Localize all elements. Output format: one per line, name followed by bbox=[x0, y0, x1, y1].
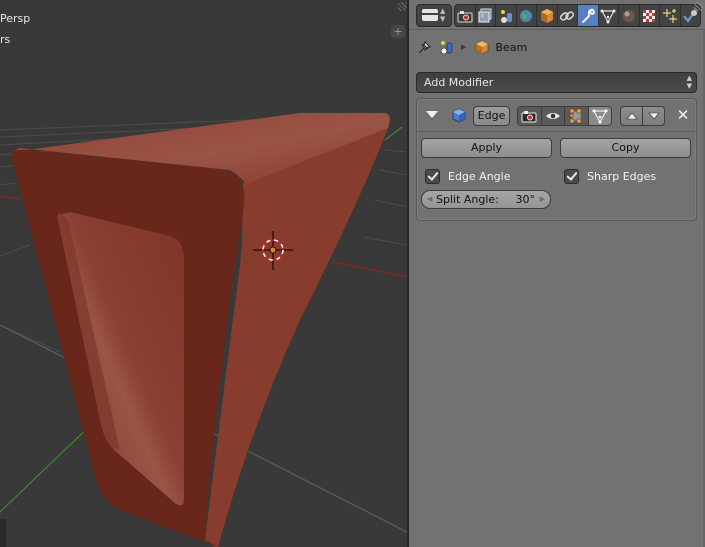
eye-icon bbox=[545, 113, 560, 119]
editor-type-selector[interactable]: ▲ ▼ bbox=[416, 4, 452, 27]
tab-constraints[interactable] bbox=[558, 5, 578, 26]
wrench-icon bbox=[581, 7, 595, 23]
tab-scene[interactable] bbox=[496, 5, 517, 26]
edge-angle-checkbox[interactable]: Edge Angle bbox=[425, 169, 510, 184]
tab-texture[interactable] bbox=[640, 5, 660, 26]
apply-button[interactable]: Apply bbox=[421, 138, 552, 158]
checkbox-checked-icon[interactable] bbox=[425, 169, 440, 184]
render-layers-icon bbox=[478, 8, 492, 22]
move-down-button[interactable] bbox=[643, 107, 664, 125]
editmode-icon bbox=[570, 108, 582, 124]
tab-object[interactable] bbox=[537, 5, 558, 26]
tab-world[interactable] bbox=[517, 5, 537, 26]
move-up-button[interactable] bbox=[621, 107, 643, 125]
add-modifier-label: Add Modifier bbox=[424, 76, 494, 89]
tab-render[interactable] bbox=[455, 5, 476, 26]
decrement-arrow-icon[interactable]: ◀ bbox=[427, 191, 432, 208]
viewport-scene bbox=[0, 113, 407, 547]
context-tabs bbox=[454, 4, 701, 27]
units-label: rs bbox=[0, 33, 11, 46]
mesh-data-icon bbox=[600, 9, 616, 23]
triangle-up-icon bbox=[625, 112, 638, 120]
modifier-name-field[interactable]: Edge bbox=[473, 106, 510, 126]
particles-icon bbox=[662, 8, 677, 23]
show-on-cage-toggle[interactable] bbox=[588, 107, 611, 125]
add-modifier-dropdown[interactable]: Add Modifier ▲ ▼ bbox=[416, 72, 697, 93]
material-sphere-icon bbox=[622, 9, 635, 22]
increment-arrow-icon[interactable]: ▶ bbox=[540, 191, 545, 208]
split-angle-field[interactable]: ◀ Split Angle: 30° ▶ bbox=[421, 190, 551, 209]
view-label: Persp bbox=[0, 12, 31, 25]
show-render-toggle[interactable] bbox=[518, 107, 542, 125]
pin-icon[interactable] bbox=[417, 39, 433, 55]
object-name: Beam bbox=[495, 40, 528, 54]
tab-particles[interactable] bbox=[660, 5, 681, 26]
tab-modifiers[interactable] bbox=[578, 5, 599, 26]
chain-link-icon bbox=[560, 10, 575, 21]
copy-button[interactable]: Copy bbox=[560, 138, 691, 158]
beam-object bbox=[11, 113, 390, 547]
up-down-arrows-icon: ▲ ▼ bbox=[686, 74, 692, 90]
sharp-edges-label: Sharp Edges bbox=[587, 170, 657, 183]
checker-texture-icon bbox=[643, 9, 656, 22]
tab-material[interactable] bbox=[619, 5, 640, 26]
camera-icon bbox=[457, 10, 473, 22]
area-split-handle[interactable] bbox=[398, 2, 407, 11]
remove-modifier-button[interactable]: ✕ bbox=[675, 106, 691, 124]
area-split-handle[interactable] bbox=[694, 2, 703, 11]
close-icon: ✕ bbox=[676, 106, 690, 124]
split-angle-value: 30° bbox=[515, 193, 536, 206]
breadcrumb: ▶ Beam bbox=[417, 38, 527, 56]
sharp-edges-checkbox[interactable]: Sharp Edges bbox=[564, 169, 656, 184]
modifier-visibility-toggles bbox=[517, 106, 612, 126]
collapse-triangle-icon[interactable] bbox=[426, 111, 438, 118]
up-down-arrows-icon: ▲ ▼ bbox=[440, 7, 446, 23]
region-edge bbox=[0, 519, 6, 547]
modifier-header: Edge ✕ bbox=[417, 99, 696, 132]
properties-header: ▲ ▼ bbox=[409, 0, 705, 30]
checkbox-checked-icon[interactable] bbox=[564, 169, 579, 184]
triangle-down-icon bbox=[647, 112, 660, 120]
properties-editor-icon bbox=[422, 9, 438, 21]
modifier-panel: Edge ✕ Apply Copy Edge Angle Sharp Edges… bbox=[416, 98, 697, 221]
object-cube-icon bbox=[540, 8, 553, 23]
tab-render-layers[interactable] bbox=[476, 5, 496, 26]
edge-angle-label: Edge Angle bbox=[448, 170, 511, 183]
tab-data[interactable] bbox=[599, 5, 619, 26]
edge-split-icon bbox=[452, 108, 466, 123]
scene-icon bbox=[500, 9, 512, 23]
object-cube-icon bbox=[476, 40, 489, 54]
modifier-move-buttons bbox=[620, 106, 665, 126]
show-viewport-toggle[interactable] bbox=[541, 107, 565, 125]
breadcrumb-separator-icon: ▶ bbox=[461, 43, 467, 51]
show-editmode-toggle[interactable] bbox=[565, 107, 589, 125]
x-axis-line-far bbox=[331, 261, 407, 278]
add-region-button[interactable]: + bbox=[391, 25, 405, 38]
world-icon bbox=[520, 9, 533, 22]
split-angle-label: Split Angle: bbox=[436, 193, 499, 206]
x-axis-line bbox=[0, 195, 21, 200]
on-cage-icon bbox=[592, 109, 608, 124]
camera-icon bbox=[521, 110, 537, 122]
scene-icon bbox=[440, 41, 453, 55]
3d-viewport[interactable]: Persp rs + bbox=[0, 0, 407, 547]
properties-editor: ▲ ▼ ▶ Beam Add Modifier ▲ ▼ Edge ✕ Apply… bbox=[409, 0, 705, 547]
